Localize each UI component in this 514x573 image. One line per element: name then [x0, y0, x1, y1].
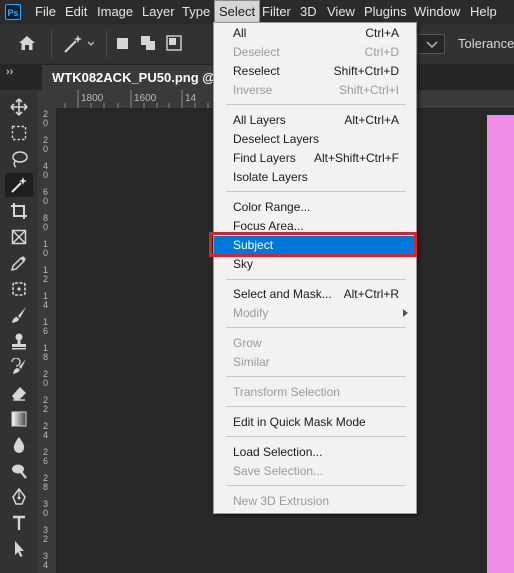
healing-brush-tool-icon[interactable]	[5, 277, 33, 301]
ruler-label: 2 8	[43, 473, 49, 492]
lasso-tool-icon[interactable]	[5, 147, 33, 171]
document-tab[interactable]: WTK082ACK_PU50.png @	[42, 65, 225, 90]
ruler-label: 1 8	[43, 343, 49, 362]
subject-callout-outline	[209, 232, 417, 257]
options-divider	[106, 30, 107, 58]
frame-tool-icon[interactable]	[5, 225, 33, 249]
dodge-tool-icon[interactable]	[5, 459, 33, 483]
menu-item-all[interactable]: All Ctrl+A	[214, 24, 416, 43]
ruler-label: 4 0	[43, 161, 49, 180]
menu-layer[interactable]: Layer	[142, 0, 175, 24]
add-to-selection-icon[interactable]	[140, 35, 156, 56]
gradient-tool-icon[interactable]	[5, 407, 33, 431]
ruler-label: 1 6	[43, 317, 49, 336]
ruler-label: 2 4	[43, 421, 49, 440]
tools-panel	[0, 90, 39, 573]
menu-item-select-and-mask[interactable]: Select and Mask... Alt+Ctrl+R	[214, 285, 416, 304]
type-tool-icon[interactable]	[5, 511, 33, 535]
tolerance-label: Tolerance	[458, 36, 514, 51]
expand-panel-icon[interactable]: ››	[6, 66, 13, 78]
sample-size-select[interactable]	[417, 34, 445, 54]
eyedropper-tool-icon[interactable]	[5, 251, 33, 275]
image-edge	[487, 115, 514, 573]
menu-file[interactable]: File	[35, 0, 56, 24]
menu-separator	[226, 104, 406, 105]
ruler-label: 3 4	[43, 551, 49, 570]
submenu-arrow-icon	[403, 309, 408, 317]
ruler-label: 1 2	[43, 265, 49, 284]
menu-separator	[226, 436, 406, 437]
menu-separator	[226, 191, 406, 192]
ruler-label: 8 0	[43, 213, 49, 232]
ruler-label: 1 4	[43, 291, 49, 310]
photoshop-logo: Ps	[5, 4, 21, 20]
menu-separator	[226, 327, 406, 328]
ruler-label: 6 0	[43, 187, 49, 206]
new-selection-icon[interactable]	[117, 38, 128, 49]
blur-tool-icon[interactable]	[5, 433, 33, 457]
clone-stamp-tool-icon[interactable]	[5, 329, 33, 353]
menu-item-deselect-layers[interactable]: Deselect Layers	[214, 130, 416, 149]
menu-filter[interactable]: Filter	[262, 0, 291, 24]
menu-separator	[226, 406, 406, 407]
ruler-label: 1 0	[43, 239, 49, 258]
menu-item-color-range[interactable]: Color Range...	[214, 198, 416, 217]
menu-item-save-selection[interactable]: Save Selection...	[214, 462, 416, 481]
select-menu-dropdown: All Ctrl+A Deselect Ctrl+D Reselect Shift+C…	[213, 22, 417, 514]
menu-item-grow[interactable]: Grow	[214, 334, 416, 353]
menu-item-modify[interactable]: Modify	[214, 304, 416, 323]
menu-item-deselect[interactable]: Deselect Ctrl+D	[214, 43, 416, 62]
options-divider	[51, 30, 52, 58]
menu-item-similar[interactable]: Similar	[214, 353, 416, 372]
subtract-from-selection-icon[interactable]	[166, 35, 182, 56]
menu-bar: Ps File Edit Image Layer Type Select Fil…	[0, 0, 514, 24]
menu-edit[interactable]: Edit	[65, 0, 87, 24]
magic-wand-preset-icon[interactable]	[62, 33, 95, 60]
menu-item-inverse[interactable]: Inverse Shift+Ctrl+I	[214, 81, 416, 100]
menu-plugins[interactable]: Plugins	[364, 0, 407, 24]
eraser-tool-icon[interactable]	[5, 381, 33, 405]
menu-type[interactable]: Type	[182, 0, 210, 24]
marquee-tool-icon[interactable]	[5, 121, 33, 145]
brush-tool-icon[interactable]	[5, 303, 33, 327]
menu-help[interactable]: Help	[470, 0, 497, 24]
ruler-label: 2 0	[43, 135, 49, 154]
menu-view[interactable]: View	[327, 0, 355, 24]
ruler-label: 2 0	[43, 109, 49, 128]
ruler-label: 2 6	[43, 447, 49, 466]
menu-select[interactable]: Select	[214, 0, 261, 24]
magic-wand-tool-icon[interactable]	[5, 173, 33, 197]
menu-item-sky[interactable]: Sky	[214, 255, 416, 274]
menu-item-reselect[interactable]: Reselect Shift+Ctrl+D	[214, 62, 416, 81]
ruler-label: 2 0	[43, 369, 49, 388]
menu-image[interactable]: Image	[97, 0, 133, 24]
menu-item-all-layers[interactable]: All Layers Alt+Ctrl+A	[214, 111, 416, 130]
menu-separator	[226, 279, 406, 280]
menu-item-transform-selection[interactable]: Transform Selection	[214, 383, 416, 402]
menu-separator	[226, 485, 406, 486]
history-brush-tool-icon[interactable]	[5, 355, 33, 379]
move-tool-icon[interactable]	[5, 95, 33, 119]
menu-3d[interactable]: 3D	[300, 0, 317, 24]
vertical-ruler: 2 0 2 0 4 0 6 0 8 0 1 0 1 2 1 4 1 6 1 8 2 0 2 2 2 4 2…	[38, 108, 57, 573]
crop-tool-icon[interactable]	[5, 199, 33, 223]
menu-item-isolate-layers[interactable]: Isolate Layers	[214, 168, 416, 187]
pen-tool-icon[interactable]	[5, 485, 33, 509]
menu-item-load-selection[interactable]: Load Selection...	[214, 443, 416, 462]
home-icon[interactable]	[18, 35, 36, 56]
menu-item-new-3d-extrusion[interactable]: New 3D Extrusion	[214, 492, 416, 511]
ruler-label: 2 2	[43, 395, 49, 414]
menu-item-quick-mask[interactable]: Edit in Quick Mask Mode	[214, 413, 416, 432]
ruler-label: 3 2	[43, 525, 49, 544]
ruler-label: 3 0	[43, 499, 49, 518]
menu-item-find-layers[interactable]: Find Layers Alt+Shift+Ctrl+F	[214, 149, 416, 168]
menu-window[interactable]: Window	[414, 0, 460, 24]
menu-separator	[226, 376, 406, 377]
path-selection-tool-icon[interactable]	[5, 537, 33, 561]
